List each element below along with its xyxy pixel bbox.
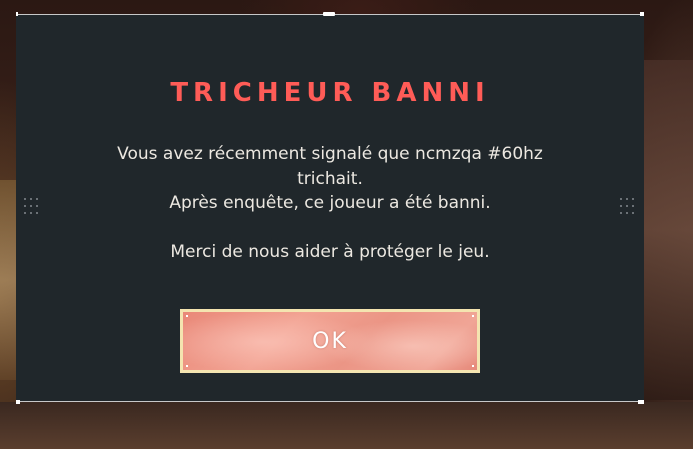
background-art-left xyxy=(0,180,16,380)
dialog-title: TRICHEUR BANNI xyxy=(170,78,490,108)
button-corner-dot xyxy=(472,365,474,367)
button-corner-dot xyxy=(472,315,474,317)
message-line-banned: Après enquête, ce joueur a été banni. xyxy=(169,193,491,213)
message-line-cheating: trichait. xyxy=(297,168,363,189)
button-corner-dot xyxy=(186,315,188,317)
ok-button[interactable]: OK xyxy=(180,309,480,373)
dialog-corner-bottom-right xyxy=(638,400,644,404)
dialog-corner-top-left xyxy=(16,12,18,16)
message-line-thanks: Merci de nous aider à protéger le jeu. xyxy=(170,242,490,262)
button-corner-dot xyxy=(186,365,188,367)
dialog-message: Vous avez récemment signalé que ncmzqa #… xyxy=(16,142,644,265)
background-art-bottom xyxy=(0,402,693,449)
dialog-corner-top-right xyxy=(640,12,644,16)
dialog-top-marker xyxy=(323,12,335,16)
background-art-right xyxy=(644,60,693,400)
message-spacer xyxy=(16,216,644,241)
dialog-corner-bottom-left xyxy=(16,400,20,404)
message-line-report: Vous avez récemment signalé que ncmzqa #… xyxy=(117,144,543,164)
ok-button-label: OK xyxy=(312,328,348,354)
